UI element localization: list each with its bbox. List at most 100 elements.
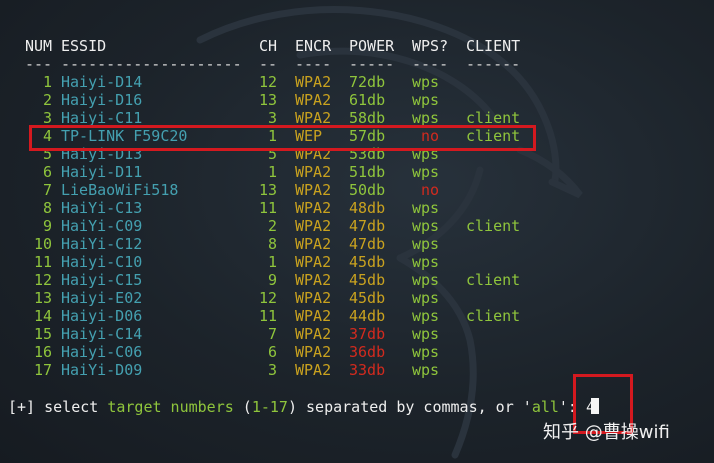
network-encr: WPA2 xyxy=(295,73,332,91)
network-encr: WPA2 xyxy=(295,343,332,361)
network-essid: Haiyi-D16 xyxy=(61,91,143,109)
network-essid: Haiyi-E02 xyxy=(61,289,143,307)
separator-client: ------ xyxy=(466,55,521,73)
network-essid: Haiyi-D14 xyxy=(61,73,143,91)
network-num: 13 xyxy=(33,289,52,307)
network-encr: WPA2 xyxy=(295,217,332,235)
network-wps: wps xyxy=(412,343,440,361)
network-ch: 12 xyxy=(259,289,278,307)
network-wps: wps xyxy=(412,199,440,217)
separator-num: --- xyxy=(25,55,53,73)
network-ch: 6 xyxy=(267,343,277,361)
network-power: 33db xyxy=(349,361,386,379)
network-row: 2 Haiyi-D16 13 WPA2 61db wps xyxy=(0,91,714,109)
network-row: 6 Haiyi-D11 1 WPA2 51db wps xyxy=(0,163,714,181)
network-num: 16 xyxy=(33,343,52,361)
network-ch: 11 xyxy=(259,199,278,217)
prompt-line: [+] select target numbers (1-17) separat… xyxy=(8,398,595,416)
network-encr: WPA2 xyxy=(295,181,332,199)
network-power: 50db xyxy=(349,181,386,199)
network-row: 7 LieBaoWiFi518 13 WPA2 50db no xyxy=(0,181,714,199)
network-ch: 1 xyxy=(267,253,277,271)
network-num: 17 xyxy=(33,361,52,379)
network-wps: no xyxy=(420,181,439,199)
network-num: 14 xyxy=(33,307,52,325)
prompt-all-option: all xyxy=(531,398,559,416)
network-ch: 9 xyxy=(267,271,277,289)
network-row: 10 HaiYi-C12 8 WPA2 47db wps xyxy=(0,235,714,253)
network-num: 15 xyxy=(33,325,52,343)
network-encr: WPA2 xyxy=(295,271,332,289)
network-power: 51db xyxy=(349,163,386,181)
prompt-target-text: target numbers xyxy=(107,398,234,416)
prompt-open-paren: ( xyxy=(233,398,252,416)
network-row: 12 Haiyi-C15 9 WPA2 45db wps client xyxy=(0,271,714,289)
network-ch: 7 xyxy=(267,325,277,343)
network-ch: 11 xyxy=(259,307,278,325)
zhihu-watermark: 知乎 @曹操wifi xyxy=(543,422,670,443)
network-row: 13 Haiyi-E02 12 WPA2 45db wps xyxy=(0,289,714,307)
network-power: 45db xyxy=(349,253,386,271)
table-separator: --- -------------------- -- ---- ----- -… xyxy=(0,55,714,73)
network-num: 10 xyxy=(33,235,52,253)
network-power: 44db xyxy=(349,307,386,325)
network-encr: WPA2 xyxy=(295,91,332,109)
network-ch: 1 xyxy=(267,163,277,181)
network-power: 45db xyxy=(349,271,386,289)
network-encr: WPA2 xyxy=(295,253,332,271)
network-num: 11 xyxy=(33,253,52,271)
network-essid: LieBaoWiFi518 xyxy=(61,181,179,199)
network-num: 1 xyxy=(42,73,52,91)
separator-power: ----- xyxy=(349,55,395,73)
network-ch: 12 xyxy=(259,73,278,91)
network-num: 8 xyxy=(42,199,52,217)
network-client: client xyxy=(466,217,521,235)
network-client: client xyxy=(466,307,521,325)
network-essid: HaiYi-D09 xyxy=(61,361,143,379)
network-row: 8 HaiYi-C13 11 WPA2 48db wps xyxy=(0,199,714,217)
network-row: 16 Haiyi-C06 6 WPA2 36db wps xyxy=(0,343,714,361)
column-header-wps: WPS? xyxy=(412,37,449,55)
column-header-encr: ENCR xyxy=(295,37,332,55)
network-power: 47db xyxy=(349,235,386,253)
network-row: 14 Haiyi-D06 11 WPA2 44db wps client xyxy=(0,307,714,325)
prompt-prefix: [+] select xyxy=(8,398,108,416)
network-client: client xyxy=(466,271,521,289)
network-row: 9 HaiYi-C09 2 WPA2 47db wps client xyxy=(0,217,714,235)
network-row: 11 Haiyi-C10 1 WPA2 45db wps xyxy=(0,253,714,271)
network-wps: wps xyxy=(412,307,440,325)
column-header-num: NUM xyxy=(25,37,53,55)
network-essid: Haiyi-D11 xyxy=(61,163,143,181)
network-power: 48db xyxy=(349,199,386,217)
separator-encr: ---- xyxy=(295,55,332,73)
table-header: NUM ESSID CH ENCR POWER WPS? CLIENT xyxy=(0,37,714,55)
network-encr: WPA2 xyxy=(295,235,332,253)
network-wps: wps xyxy=(412,253,440,271)
network-encr: WPA2 xyxy=(295,361,332,379)
prompt-range: 1-17 xyxy=(251,398,288,416)
network-essid: HaiYi-C09 xyxy=(61,217,143,235)
network-encr: WPA2 xyxy=(295,163,332,181)
network-essid: Haiyi-C10 xyxy=(61,253,143,271)
column-header-power: POWER xyxy=(349,37,395,55)
prompt-middle: ) separated by commas, or ' xyxy=(287,398,532,416)
network-wps: wps xyxy=(412,361,440,379)
network-essid: Haiyi-C14 xyxy=(61,325,143,343)
network-essid: HaiYi-C13 xyxy=(61,199,143,217)
separator-ch: -- xyxy=(259,55,278,73)
network-essid: Haiyi-C15 xyxy=(61,271,143,289)
network-ch: 3 xyxy=(267,361,277,379)
network-wps: wps xyxy=(412,163,440,181)
network-wps: wps xyxy=(412,271,440,289)
network-wps: wps xyxy=(412,91,440,109)
column-header-essid: ESSID xyxy=(61,37,107,55)
network-wps: wps xyxy=(412,325,440,343)
network-num: 12 xyxy=(33,271,52,289)
network-row: 15 Haiyi-C14 7 WPA2 37db wps xyxy=(0,325,714,343)
selected-network-highlight-box xyxy=(29,125,536,151)
network-encr: WPA2 xyxy=(295,325,332,343)
network-power: 72db xyxy=(349,73,386,91)
network-power: 37db xyxy=(349,325,386,343)
network-ch: 8 xyxy=(267,235,277,253)
separator-essid: -------------------- xyxy=(61,55,242,73)
